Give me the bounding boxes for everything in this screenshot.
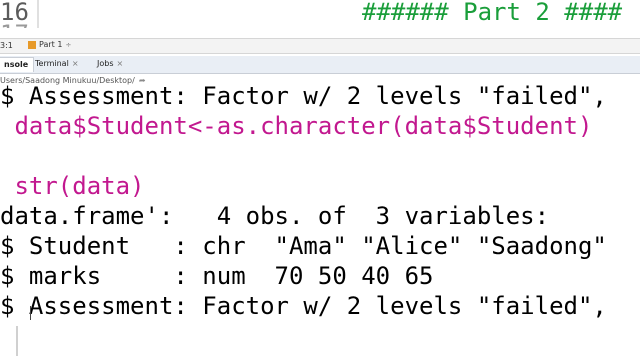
tab-label: Jobs <box>97 59 114 68</box>
tab-terminal[interactable]: Terminal × <box>30 57 84 71</box>
console-line: $ marks : num 70 50 40 65 <box>0 262 434 290</box>
tab-jobs[interactable]: Jobs × <box>92 57 128 71</box>
cursor-position: 3:1 <box>0 41 13 50</box>
editor-status-bar: 3:1 Part 1 ÷ <box>0 38 640 54</box>
pane-tabs: nsole Terminal × Jobs × <box>0 56 640 74</box>
console-input-cursor[interactable] <box>16 326 18 356</box>
tab-label: Terminal <box>35 59 69 68</box>
console-line: $ Student : chr "Ama" "Alice" "Saadong" <box>0 232 607 260</box>
editor-gutter <box>37 0 39 28</box>
tab-console[interactable]: nsole <box>0 57 35 72</box>
console-line: $ Assessment: Factor w/ 2 levels "failed… <box>0 292 607 320</box>
source-editor[interactable]: 16 17 ###### Part 2 #### <box>0 0 640 28</box>
section-icon <box>28 40 36 49</box>
console-command: data$Student<-as.character(data$Student) <box>0 112 593 140</box>
chevron-down-icon: ÷ <box>65 40 72 49</box>
close-icon[interactable]: × <box>72 59 79 68</box>
console-line: data.frame': 4 obs. of 3 variables: <box>0 202 550 230</box>
console-line: $ Assessment: Factor w/ 2 levels "failed… <box>0 82 607 110</box>
text-caret <box>30 306 31 320</box>
line-number-17: 17 <box>0 20 29 28</box>
scope-label: Part 1 <box>39 40 63 49</box>
console-output[interactable]: $ Assessment: Factor w/ 2 levels "failed… <box>0 82 640 360</box>
console-command: str(data) <box>0 172 145 200</box>
close-icon[interactable]: × <box>117 59 124 68</box>
scope-selector[interactable]: Part 1 ÷ <box>28 40 71 49</box>
tab-label: nsole <box>4 60 29 69</box>
code-comment[interactable]: ###### Part 2 #### <box>362 0 622 26</box>
